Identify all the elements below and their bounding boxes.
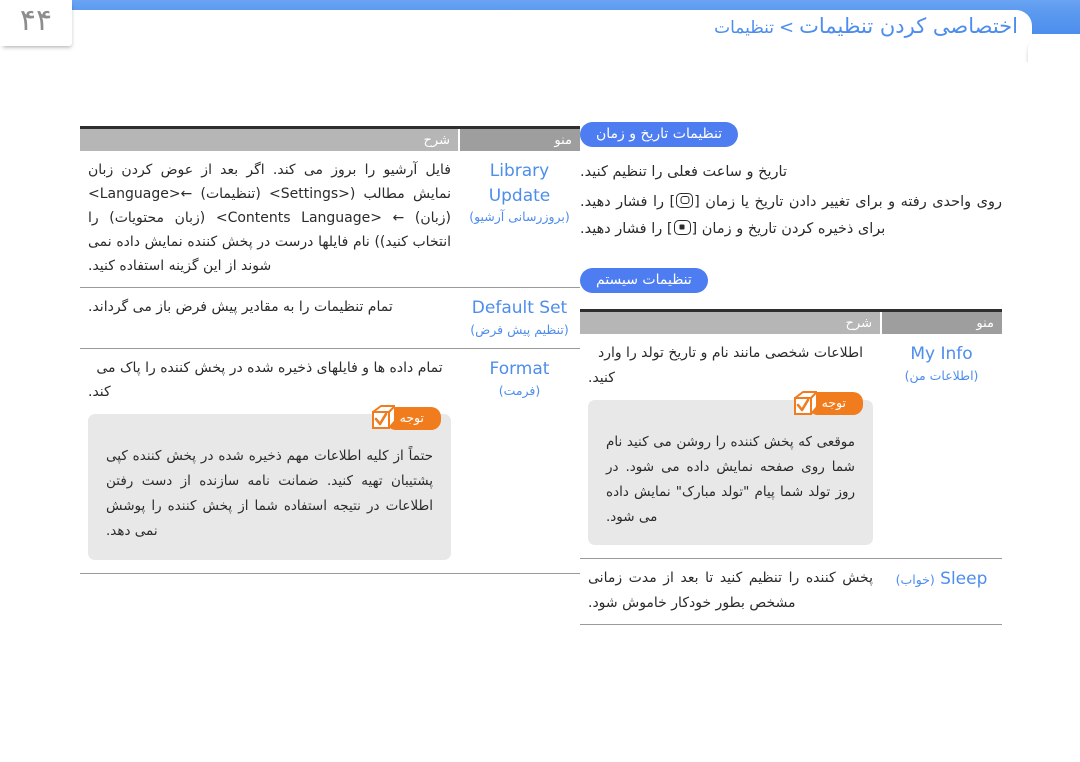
- datetime-section-pill: تنظیمات تاریخ و زمان: [580, 122, 739, 147]
- column-header-menu: منو: [458, 126, 580, 151]
- table-row: My Info (اطلاعات من) اطلاعات شخصی مانند …: [580, 334, 1002, 560]
- menu-cell-sleep: Sleep (خواب): [881, 558, 1002, 625]
- breadcrumb-current: اختصاصی کردن تنظیمات: [799, 14, 1018, 38]
- system-section-header: تنظیمات سیستم: [580, 268, 1002, 294]
- note-text: حتماً از کلیه اطلاعات مهم ذخیره شده در پ…: [106, 448, 433, 540]
- right-column: تنظیمات تاریخ و زمان تاریخ و ساعت فعلی ر…: [580, 110, 1080, 625]
- note-box-format: توجه حتماً از کلیه اطلاعات مهم ذخیره شده…: [88, 405, 451, 561]
- menu-cell-library-update: Library Update (بروزرسانی آرشیو): [459, 151, 580, 289]
- datetime-line-2-part-c: ] را فشار دهید.: [580, 220, 673, 237]
- datetime-line-2: روی واحدی رفته و برای تغییر دادن تاریخ ی…: [580, 189, 1002, 243]
- note-check-icon: [791, 390, 818, 417]
- header-white-sheet-right: [1028, 36, 1080, 62]
- select-button-icon: [673, 219, 691, 235]
- datetime-section-text: تاریخ و ساعت فعلی را تنظیم کنید. روی واح…: [580, 159, 1002, 242]
- column-header-description: شرح: [80, 126, 459, 151]
- note-check-icon: [369, 405, 396, 431]
- my-info-description: اطلاعات شخصی مانند نام و تاریخ تولد را و…: [588, 345, 864, 386]
- menu-name-fa: (تنظیم پیش فرض): [470, 322, 569, 338]
- breadcrumb: اختصاصی کردن تنظیمات>تنظیمات: [714, 14, 1018, 38]
- note-header: توجه: [791, 390, 863, 417]
- menu-name-en: Default Set: [471, 298, 568, 319]
- page-number: ۴۴: [19, 3, 53, 38]
- table-header-row: منو شرح: [580, 309, 1002, 335]
- datetime-section-header: تنظیمات تاریخ و زمان: [580, 122, 1002, 147]
- datetime-line-1: تاریخ و ساعت فعلی را تنظیم کنید.: [580, 164, 788, 180]
- note-text: موقعی که پخش کننده را روشن می کنید نام ش…: [606, 433, 855, 525]
- menu-cell-format: Format (فرمت): [459, 348, 580, 575]
- page-header: ۴۴ اختصاصی کردن تنظیمات>تنظیمات: [0, 0, 1080, 62]
- datetime-line-2-part-a: روی واحدی رفته و برای تغییر دادن تاریخ ی…: [694, 193, 1002, 210]
- note-box-my-info: توجه موقعی که پخش کننده را روشن می کنید …: [588, 390, 873, 546]
- menu-name-en: Sleep (خواب): [895, 569, 988, 590]
- breadcrumb-separator: >: [779, 17, 795, 38]
- table-row: Default Set (تنظیم پیش فرض) تمام تنظیمات…: [80, 287, 580, 350]
- table-header-row: منو شرح: [80, 126, 580, 151]
- format-description: تمام داده ها و فایلهای ذخیره شده در پخش …: [88, 360, 443, 401]
- menu-cell-my-info: My Info (اطلاعات من): [881, 334, 1002, 560]
- description-cell-default-set: تمام تنظیمات را به مقادیر پیش فرض باز می…: [80, 287, 459, 350]
- note-header: توجه: [369, 405, 441, 431]
- page-number-tab: ۴۴: [0, 0, 72, 46]
- menu-name-fa: (اطلاعات من): [904, 368, 979, 384]
- system-settings-table: منو شرح My Info (اطلاعات من) اطلاعات شخص…: [580, 309, 1002, 625]
- system-section-pill: تنظیمات سیستم: [580, 268, 708, 294]
- menu-name-fa: (فرمت): [498, 382, 541, 398]
- menu-name-en: My Info: [910, 344, 973, 365]
- settings-table: منو شرح Library Update (بروزرسانی آرشیو)…: [80, 126, 580, 575]
- menu-name-fa: (بروزرسانی آرشیو): [469, 209, 570, 225]
- column-header-description: شرح: [580, 309, 881, 335]
- menu-name-en: Format: [489, 359, 550, 380]
- page-body: تنظیمات تاریخ و زمان تاریخ و ساعت فعلی ر…: [0, 110, 1080, 625]
- column-header-menu: منو: [880, 309, 1002, 335]
- table-row: Format (فرمت) تمام داده ها و فایلهای ذخی…: [80, 348, 580, 575]
- description-cell-sleep: پخش کننده را تنظیم کنید تا بعد از مدت زم…: [580, 558, 881, 625]
- description-cell-my-info: اطلاعات شخصی مانند نام و تاریخ تولد را و…: [580, 334, 881, 560]
- description-cell-format: تمام داده ها و فایلهای ذخیره شده در پخش …: [80, 348, 459, 575]
- description-cell-library-update: فایل آرشیو را بروز می کند. اگر بعد از عو…: [80, 151, 459, 289]
- menu-cell-default-set: Default Set (تنظیم پیش فرض): [459, 287, 580, 350]
- menu-button-icon: [676, 192, 694, 208]
- table-row: Sleep (خواب) پخش کننده را تنظیم کنید تا …: [580, 558, 1002, 625]
- breadcrumb-parent: تنظیمات: [714, 18, 775, 38]
- menu-name-en: Library Update: [488, 161, 551, 206]
- left-column: منو شرح Library Update (بروزرسانی آرشیو)…: [40, 110, 580, 625]
- table-row: Library Update (بروزرسانی آرشیو) فایل آر…: [80, 151, 580, 289]
